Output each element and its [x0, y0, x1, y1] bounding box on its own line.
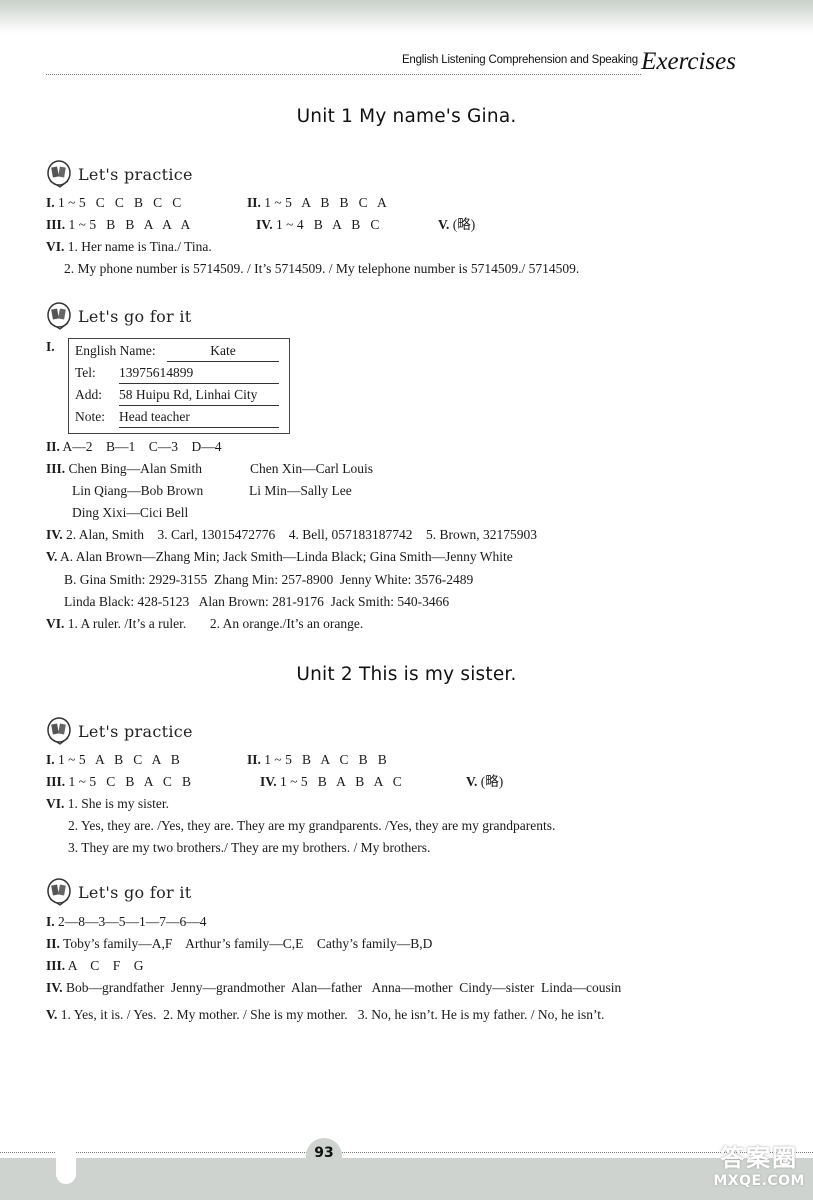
card-value-add: 58 Huipu Rd, Linhai City	[119, 387, 279, 406]
unit-2-goforit-heading: Let's go for it	[46, 876, 192, 908]
footer-dotted-rule	[0, 1152, 813, 1153]
answer-line: I. 1 ~ 5 C C B C C	[46, 195, 182, 210]
footer-notch	[56, 1148, 76, 1184]
card-label-name: English Name:	[75, 343, 156, 358]
headphones-book-icon	[46, 716, 72, 746]
page-header: English Listening Comprehension and Spea…	[46, 48, 736, 82]
headphones-book-icon	[46, 159, 72, 189]
page-number: 93	[314, 1145, 334, 1161]
header-brand: Exercises	[641, 48, 736, 75]
section-label: Let's practice	[78, 164, 193, 184]
section-label: Let's go for it	[78, 306, 192, 326]
answer-line: Li Min—Sally Lee	[249, 483, 352, 498]
section-label: Let's go for it	[78, 882, 192, 902]
answer-line: IV. Bob—grandfather Jenny—grandmother Al…	[46, 980, 622, 995]
answer-line: VI. 1. Her name is Tina./ Tina.	[46, 239, 212, 254]
footer-band	[0, 1158, 813, 1200]
unit-1-practice-heading: Let's practice	[46, 158, 193, 190]
answer-line: I. 2—8—3—5—1—7—6—4	[46, 914, 207, 929]
answer-line: 2. Yes, they are. /Yes, they are. They a…	[68, 818, 556, 833]
answer-line: 2. My phone number is 5714509. / It’s 57…	[64, 261, 580, 276]
watermark-cn: 答案圈	[720, 1144, 799, 1172]
answer-line: IV. 1 ~ 4 B A B C	[256, 217, 380, 232]
answer-line: B. Gina Smith: 2929-3155 Zhang Min: 257-…	[64, 572, 474, 587]
watermark-en: MXQE.COM	[713, 1173, 805, 1189]
unit-1-goforit-heading: Let's go for it	[46, 300, 192, 332]
card-value-name: Kate	[167, 343, 279, 362]
section-label: Let's practice	[78, 721, 193, 741]
header-subtitle: English Listening Comprehension and Spea…	[401, 54, 638, 66]
answer-line: II. 1 ~ 5 B A C B B	[247, 752, 387, 767]
top-decorative-band	[0, 0, 813, 34]
answer-line: Chen Xin—Carl Louis	[250, 461, 373, 476]
answer-line: 3. They are my two brothers./ They are m…	[68, 840, 431, 855]
answer-line: VI. 1. A ruler. /It’s a ruler. 2. An ora…	[46, 616, 364, 631]
answer-line: Ding Xixi—Cici Bell	[72, 505, 189, 520]
answer-line: V. (略)	[466, 774, 504, 789]
unit-2-title: Unit 2 This is my sister.	[296, 664, 517, 685]
page-footer: 93 答案圈 MXQE.COM	[0, 1138, 813, 1200]
answer-line: IV. 1 ~ 5 B A B A C	[260, 774, 402, 789]
card-label-tel: Tel:	[75, 365, 96, 380]
answer-line: Lin Qiang—Bob Brown	[72, 483, 204, 498]
headphones-book-icon	[46, 877, 72, 907]
answer-line: VI. 1. She is my sister.	[46, 796, 170, 811]
answer-line: IV. 2. Alan, Smith 3. Carl, 13015472776 …	[46, 527, 538, 542]
answer-line: III. 1 ~ 5 B B A A A	[46, 217, 191, 232]
info-card: English Name: Kate Tel: 13975614899 Add:…	[68, 338, 290, 434]
answer-line: V. A. Alan Brown—Zhang Min; Jack Smith—L…	[46, 549, 513, 564]
answer-line: III. A C F G	[46, 958, 144, 973]
answer-line: V. 1. Yes, it is. / Yes. 2. My mother. /…	[46, 1007, 605, 1022]
answer-line: I. 1 ~ 5 A B C A B	[46, 752, 180, 767]
card-value-note: Head teacher	[119, 409, 279, 428]
answer-line: Linda Black: 428-5123 Alan Brown: 281-91…	[64, 594, 450, 609]
answer-line: II. Toby’s family—A,F Arthur’s family—C,…	[46, 936, 433, 951]
unit-2-practice-heading: Let's practice	[46, 715, 193, 747]
card-label-add: Add:	[75, 387, 102, 402]
watermark: 答案圈 MXQE.COM	[713, 1138, 805, 1189]
card-label-note: Note:	[75, 409, 105, 424]
header-dotted-rule	[46, 74, 641, 75]
card-value-tel: 13975614899	[119, 365, 279, 384]
card-question-number: I.	[46, 339, 55, 354]
answer-line: V. (略)	[438, 217, 476, 232]
answer-line: III. Chen Bing—Alan Smith	[46, 461, 203, 476]
answer-line: II. 1 ~ 5 A B B C A	[247, 195, 387, 210]
unit-1-title: Unit 1 My name's Gina.	[296, 106, 517, 127]
headphones-book-icon	[46, 301, 72, 331]
answer-line: II. A—2 B—1 C—3 D—4	[46, 439, 222, 454]
answer-line: III. 1 ~ 5 C B A C B	[46, 774, 191, 789]
